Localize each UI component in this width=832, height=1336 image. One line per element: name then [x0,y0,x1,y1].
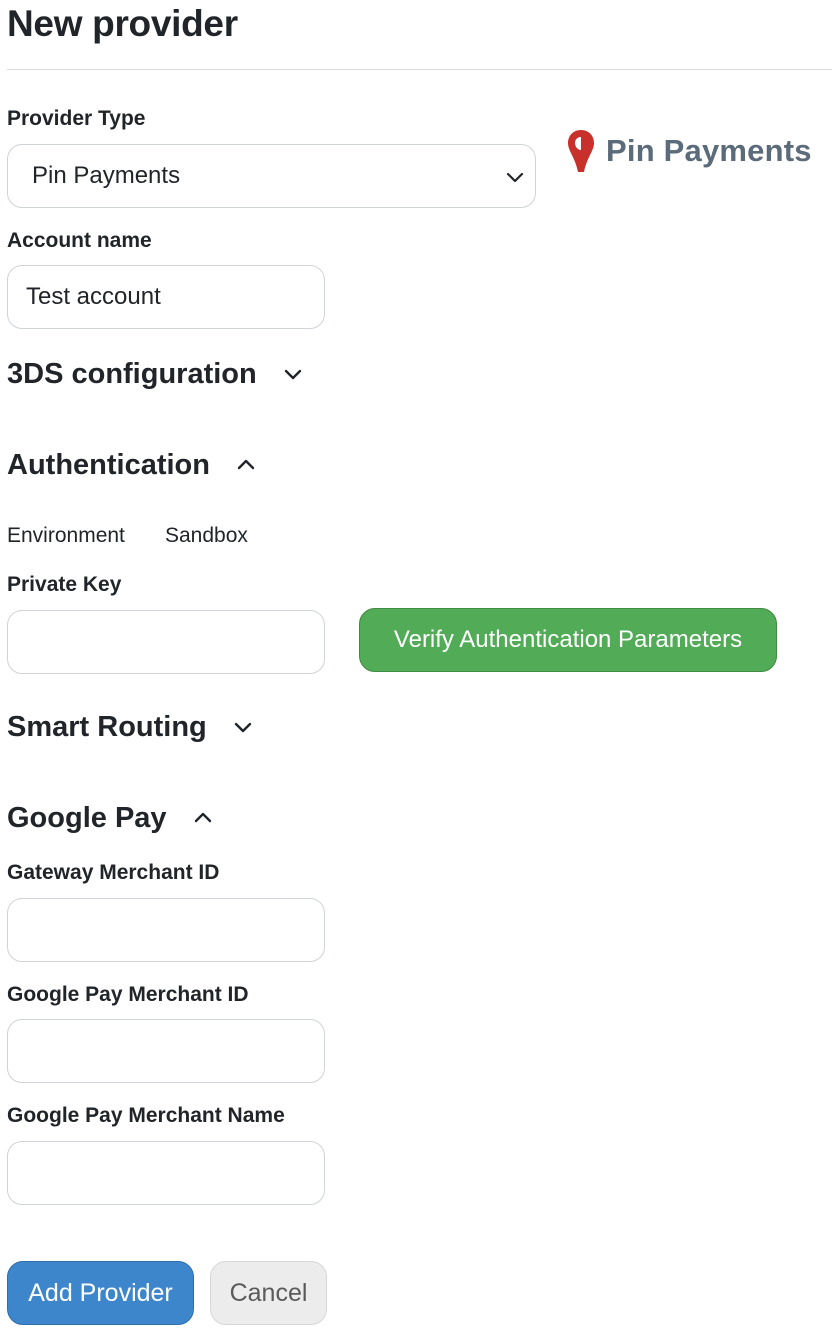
environment-label: Environment [7,524,125,547]
account-name-input[interactable] [7,265,325,329]
section-authentication-title: Authentication [7,449,210,481]
section-google-pay-title: Google Pay [7,802,167,834]
chevron-down-icon [506,172,524,183]
section-smart-routing[interactable]: Smart Routing [7,709,255,745]
google-pay-merchant-id-label: Google Pay Merchant ID [7,983,249,1006]
google-pay-merchant-name-label: Google Pay Merchant Name [7,1104,285,1127]
environment-value: Sandbox [165,524,248,547]
cancel-button[interactable]: Cancel [210,1261,327,1325]
section-3ds-title: 3DS configuration [7,358,257,390]
section-smart-routing-title: Smart Routing [7,711,207,743]
section-3ds-configuration[interactable]: 3DS configuration [7,356,305,392]
gateway-merchant-id-input[interactable] [7,898,325,962]
google-pay-merchant-id-input[interactable] [7,1019,325,1083]
page-title: New provider [7,3,238,44]
provider-logo: Pin Payments [566,127,812,175]
section-google-pay[interactable]: Google Pay [7,800,215,836]
provider-type-selected: Pin Payments [32,162,181,189]
section-authentication[interactable]: Authentication [7,447,258,483]
account-name-label: Account name [7,229,152,252]
chevron-up-icon [194,812,211,823]
google-pay-merchant-name-input[interactable] [7,1141,325,1205]
title-divider [7,69,832,70]
add-provider-button[interactable]: Add Provider [7,1261,194,1325]
private-key-label: Private Key [7,573,122,596]
gateway-merchant-id-label: Gateway Merchant ID [7,861,220,884]
chevron-down-icon [284,369,301,380]
private-key-input[interactable] [7,610,325,674]
provider-type-select[interactable]: Pin Payments [7,144,536,208]
provider-logo-text: Pin Payments [606,133,812,168]
chevron-down-icon [234,722,251,733]
chevron-up-icon [237,459,255,470]
verify-authentication-button[interactable]: Verify Authentication Parameters [359,608,777,672]
provider-type-label: Provider Type [7,107,146,130]
pin-icon [568,130,594,172]
